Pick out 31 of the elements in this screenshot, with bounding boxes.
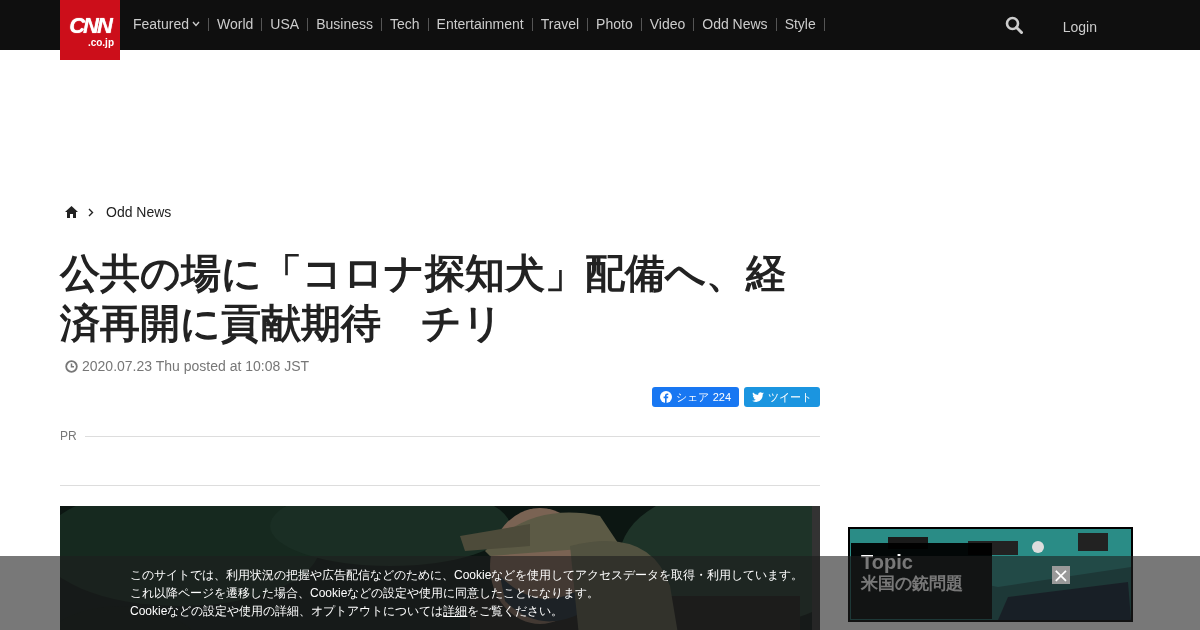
login-link[interactable]: Login	[1062, 19, 1097, 35]
bird-icon	[752, 391, 764, 403]
article-title: 公共の場に「コロナ探知犬」配備へ、経済再開に貢献期待 チリ	[60, 250, 787, 347]
breadcrumb-link[interactable]: Odd News	[106, 204, 172, 220]
home-icon[interactable]	[65, 206, 78, 218]
nav-link[interactable]: Travel	[540, 16, 580, 32]
nav-link[interactable]: Video	[649, 16, 686, 32]
logo[interactable]: CNN .co.jp	[60, 0, 120, 60]
banner-subtitle: 米国の銃問題	[861, 574, 963, 595]
nav-link[interactable]: Featured	[133, 16, 201, 32]
search-icon[interactable]	[1004, 16, 1023, 34]
banner-title: Topic	[861, 551, 913, 573]
nav-link[interactable]: Entertainment	[436, 16, 524, 32]
post-date: 2020.07.23 Thu posted at 10:08 JST	[82, 358, 310, 374]
nav-link[interactable]: Tech	[389, 16, 420, 32]
clock-icon	[65, 359, 78, 373]
nav-link[interactable]: Style	[784, 16, 816, 32]
nav-link[interactable]: Odd News	[702, 16, 768, 32]
notice-text: Cookieなどの設定や使用の詳細、オプトアウトについては詳細をご覧ください。	[130, 603, 564, 620]
nav-link[interactable]: Business	[316, 16, 373, 32]
nav-link[interactable]: Photo	[596, 16, 633, 32]
details-link[interactable]: 詳細	[443, 604, 468, 618]
chevron-icon	[88, 207, 94, 217]
notice-text: これ以降ページを遷移した場合、Cookieなどの設定や使用に同意したことになります。	[130, 585, 600, 602]
notice-text: このサイトでは、利用状況の把握や広告配信などのために、Cookieなどを使用してアクセスデータを取得・利用しています。	[130, 567, 804, 584]
pr-label: PR	[60, 429, 77, 443]
nav-link[interactable]: USA	[270, 16, 300, 32]
chevron-down-icon	[192, 21, 201, 27]
share-button[interactable]: シェア 224	[651, 387, 739, 407]
nav-link[interactable]: World	[217, 16, 254, 32]
facebook-icon	[659, 391, 672, 403]
